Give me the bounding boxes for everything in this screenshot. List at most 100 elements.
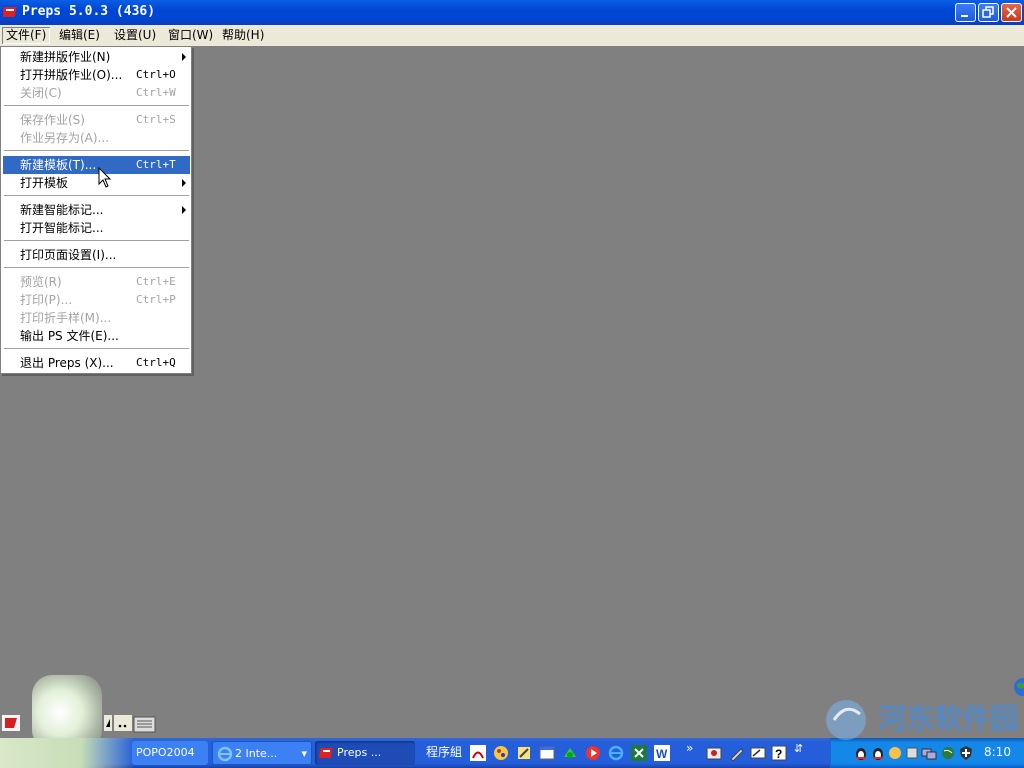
preps-taskbar-icon — [319, 748, 333, 758]
menu-file[interactable]: 文件(F) — [2, 27, 51, 44]
title-bar[interactable]: Preps 5.0.3 (436) — [0, 0, 1024, 25]
tray-app-icon[interactable] — [887, 745, 903, 761]
menu-separator — [4, 150, 189, 152]
menu-window[interactable]: 窗口(W) — [164, 27, 217, 44]
menu-open-template[interactable]: 打开模板 — [3, 174, 190, 192]
menu-item-label: 打印(P)... — [20, 293, 73, 307]
menu-separator — [4, 240, 189, 242]
menu-open-imposition-job[interactable]: 打开拼版作业(O)... Ctrl+O — [3, 66, 190, 84]
menu-save-job-as[interactable]: 作业另存为(A)... — [3, 129, 190, 147]
edit-tool-icon[interactable] — [750, 745, 766, 761]
globe-tray-icon[interactable] — [940, 745, 956, 761]
taskbar-group-label: 程序組 — [426, 745, 463, 759]
menu-separator — [4, 267, 189, 269]
menu-open-smart-mark[interactable]: 打开智能标记... — [3, 219, 190, 237]
ime-punctuation-icon[interactable] — [114, 715, 132, 731]
watermark-text: 河东软件园 — [878, 702, 1019, 735]
preps-app-icon[interactable] — [3, 4, 19, 20]
taskbar-popo-button[interactable]: POPO2004 — [132, 741, 208, 765]
window-app-icon[interactable] — [539, 745, 555, 761]
media-player-icon[interactable] — [585, 745, 601, 761]
language-bar[interactable] — [0, 713, 160, 735]
tray-tool-icon[interactable] — [904, 745, 920, 761]
network-connection-icon[interactable] — [921, 745, 937, 761]
security-shield-icon[interactable] — [958, 745, 974, 761]
menu-help[interactable]: 帮助(H) — [218, 27, 268, 44]
menu-item-shortcut: Ctrl+P — [136, 293, 176, 306]
ime-logo-icon[interactable] — [2, 715, 20, 731]
excel-icon[interactable] — [631, 745, 647, 761]
menu-item-shortcut: Ctrl+S — [136, 113, 176, 126]
menu-item-label: 退出 Preps (X)... — [20, 356, 114, 370]
svg-text:?: ? — [775, 747, 782, 761]
word-icon[interactable]: W — [654, 745, 670, 761]
soft-keyboard-icon[interactable] — [133, 714, 157, 734]
ie-quicklaunch-icon[interactable] — [608, 745, 624, 761]
screenshot-tool-icon[interactable] — [706, 745, 722, 761]
paint-icon[interactable] — [493, 745, 509, 761]
minimize-button[interactable] — [955, 3, 976, 22]
notes-icon[interactable] — [516, 745, 532, 761]
menu-save-job[interactable]: 保存作业(S) Ctrl+S — [3, 111, 190, 129]
taskbar-button-label: 2 Inte... — [235, 747, 278, 760]
menu-exit[interactable]: 退出 Preps (X)... Ctrl+Q — [3, 354, 190, 372]
menu-new-smart-mark[interactable]: 新建智能标记... — [3, 201, 190, 219]
globe-icon — [1014, 678, 1024, 696]
menu-item-shortcut: Ctrl+W — [136, 86, 176, 99]
close-button[interactable] — [1001, 3, 1022, 22]
menu-preview[interactable]: 预览(R) Ctrl+E — [3, 273, 190, 291]
menu-close[interactable]: 关闭(C) Ctrl+W — [3, 84, 190, 102]
menu-bar: 文件(F) 编辑(E) 设置(U) 窗口(W) 帮助(H) — [0, 25, 1024, 46]
window-title: Preps 5.0.3 (436) — [22, 4, 156, 19]
menu-item-label: 作业另存为(A)... — [20, 131, 110, 145]
submenu-arrow-icon — [182, 206, 186, 214]
menu-item-label: 打开模板 — [20, 176, 69, 190]
qq-penguin-icon[interactable] — [853, 745, 869, 761]
submenu-arrow-icon — [182, 53, 186, 61]
menu-settings[interactable]: 设置(U) — [110, 27, 160, 44]
menu-item-label: 保存作业(S) — [20, 113, 85, 127]
help-icon[interactable]: ? — [771, 745, 787, 761]
menu-new-imposition-job[interactable]: 新建拼版作业(N) — [3, 48, 190, 66]
qq-penguin-2-icon[interactable] — [870, 745, 886, 761]
menu-item-label: 打印折手样(M)... — [20, 311, 112, 325]
quicklaunch-more-icon[interactable]: » — [686, 741, 693, 755]
start-button-blur[interactable] — [0, 738, 135, 768]
menu-item-label: 新建模板(T)... — [20, 158, 97, 172]
menu-output-ps-file[interactable]: 输出 PS 文件(E)... — [3, 327, 190, 345]
pen-tool-icon[interactable] — [729, 745, 745, 761]
ime-mode-icon[interactable] — [104, 715, 112, 731]
taskbar-ie-group-button[interactable]: 2 Inte... ▾ — [212, 741, 312, 765]
menu-item-label: 打开拼版作业(O)... — [20, 68, 123, 82]
watermark-logo-icon — [826, 700, 866, 740]
file-menu-dropdown: 新建拼版作业(N) 打开拼版作业(O)... Ctrl+O 关闭(C) Ctrl… — [0, 46, 192, 374]
menu-item-label: 打印页面设置(I)... — [20, 248, 117, 262]
menu-item-label: 打开智能标记... — [20, 221, 104, 235]
ie-icon — [217, 746, 233, 762]
svg-text:W: W — [656, 747, 668, 761]
acrobat-icon[interactable] — [470, 745, 486, 761]
submenu-arrow-icon — [182, 179, 186, 187]
menu-item-label: 新建拼版作业(N) — [20, 50, 111, 64]
menu-item-shortcut: Ctrl+T — [136, 158, 176, 171]
menu-separator — [4, 105, 189, 107]
menu-print-page-setup[interactable]: 打印页面设置(I)... — [3, 246, 190, 264]
menu-item-label: 新建智能标记... — [20, 203, 104, 217]
menu-separator — [4, 348, 189, 350]
menu-edit[interactable]: 编辑(E) — [55, 27, 104, 44]
menu-item-shortcut: Ctrl+E — [136, 275, 176, 288]
menu-print[interactable]: 打印(P)... Ctrl+P — [3, 291, 190, 309]
menu-new-template[interactable]: 新建模板(T)... Ctrl+T — [3, 156, 190, 174]
menu-separator — [4, 195, 189, 197]
group-dropdown-icon: ▾ — [301, 747, 307, 760]
menu-item-shortcut: Ctrl+Q — [136, 356, 176, 369]
menu-item-label: 关闭(C) — [20, 86, 62, 100]
menu-item-shortcut: Ctrl+O — [136, 68, 176, 81]
taskbar-toolbar-arrow-icon[interactable]: ⇵ — [794, 742, 803, 755]
restore-button[interactable] — [978, 3, 999, 22]
network-icon[interactable] — [562, 745, 578, 761]
system-clock[interactable]: 8:10 — [984, 745, 1011, 759]
menu-print-folding-dummy[interactable]: 打印折手样(M)... — [3, 309, 190, 327]
taskbar-preps-button[interactable]: Preps ... — [315, 741, 415, 765]
mouse-pointer-icon — [98, 167, 112, 188]
